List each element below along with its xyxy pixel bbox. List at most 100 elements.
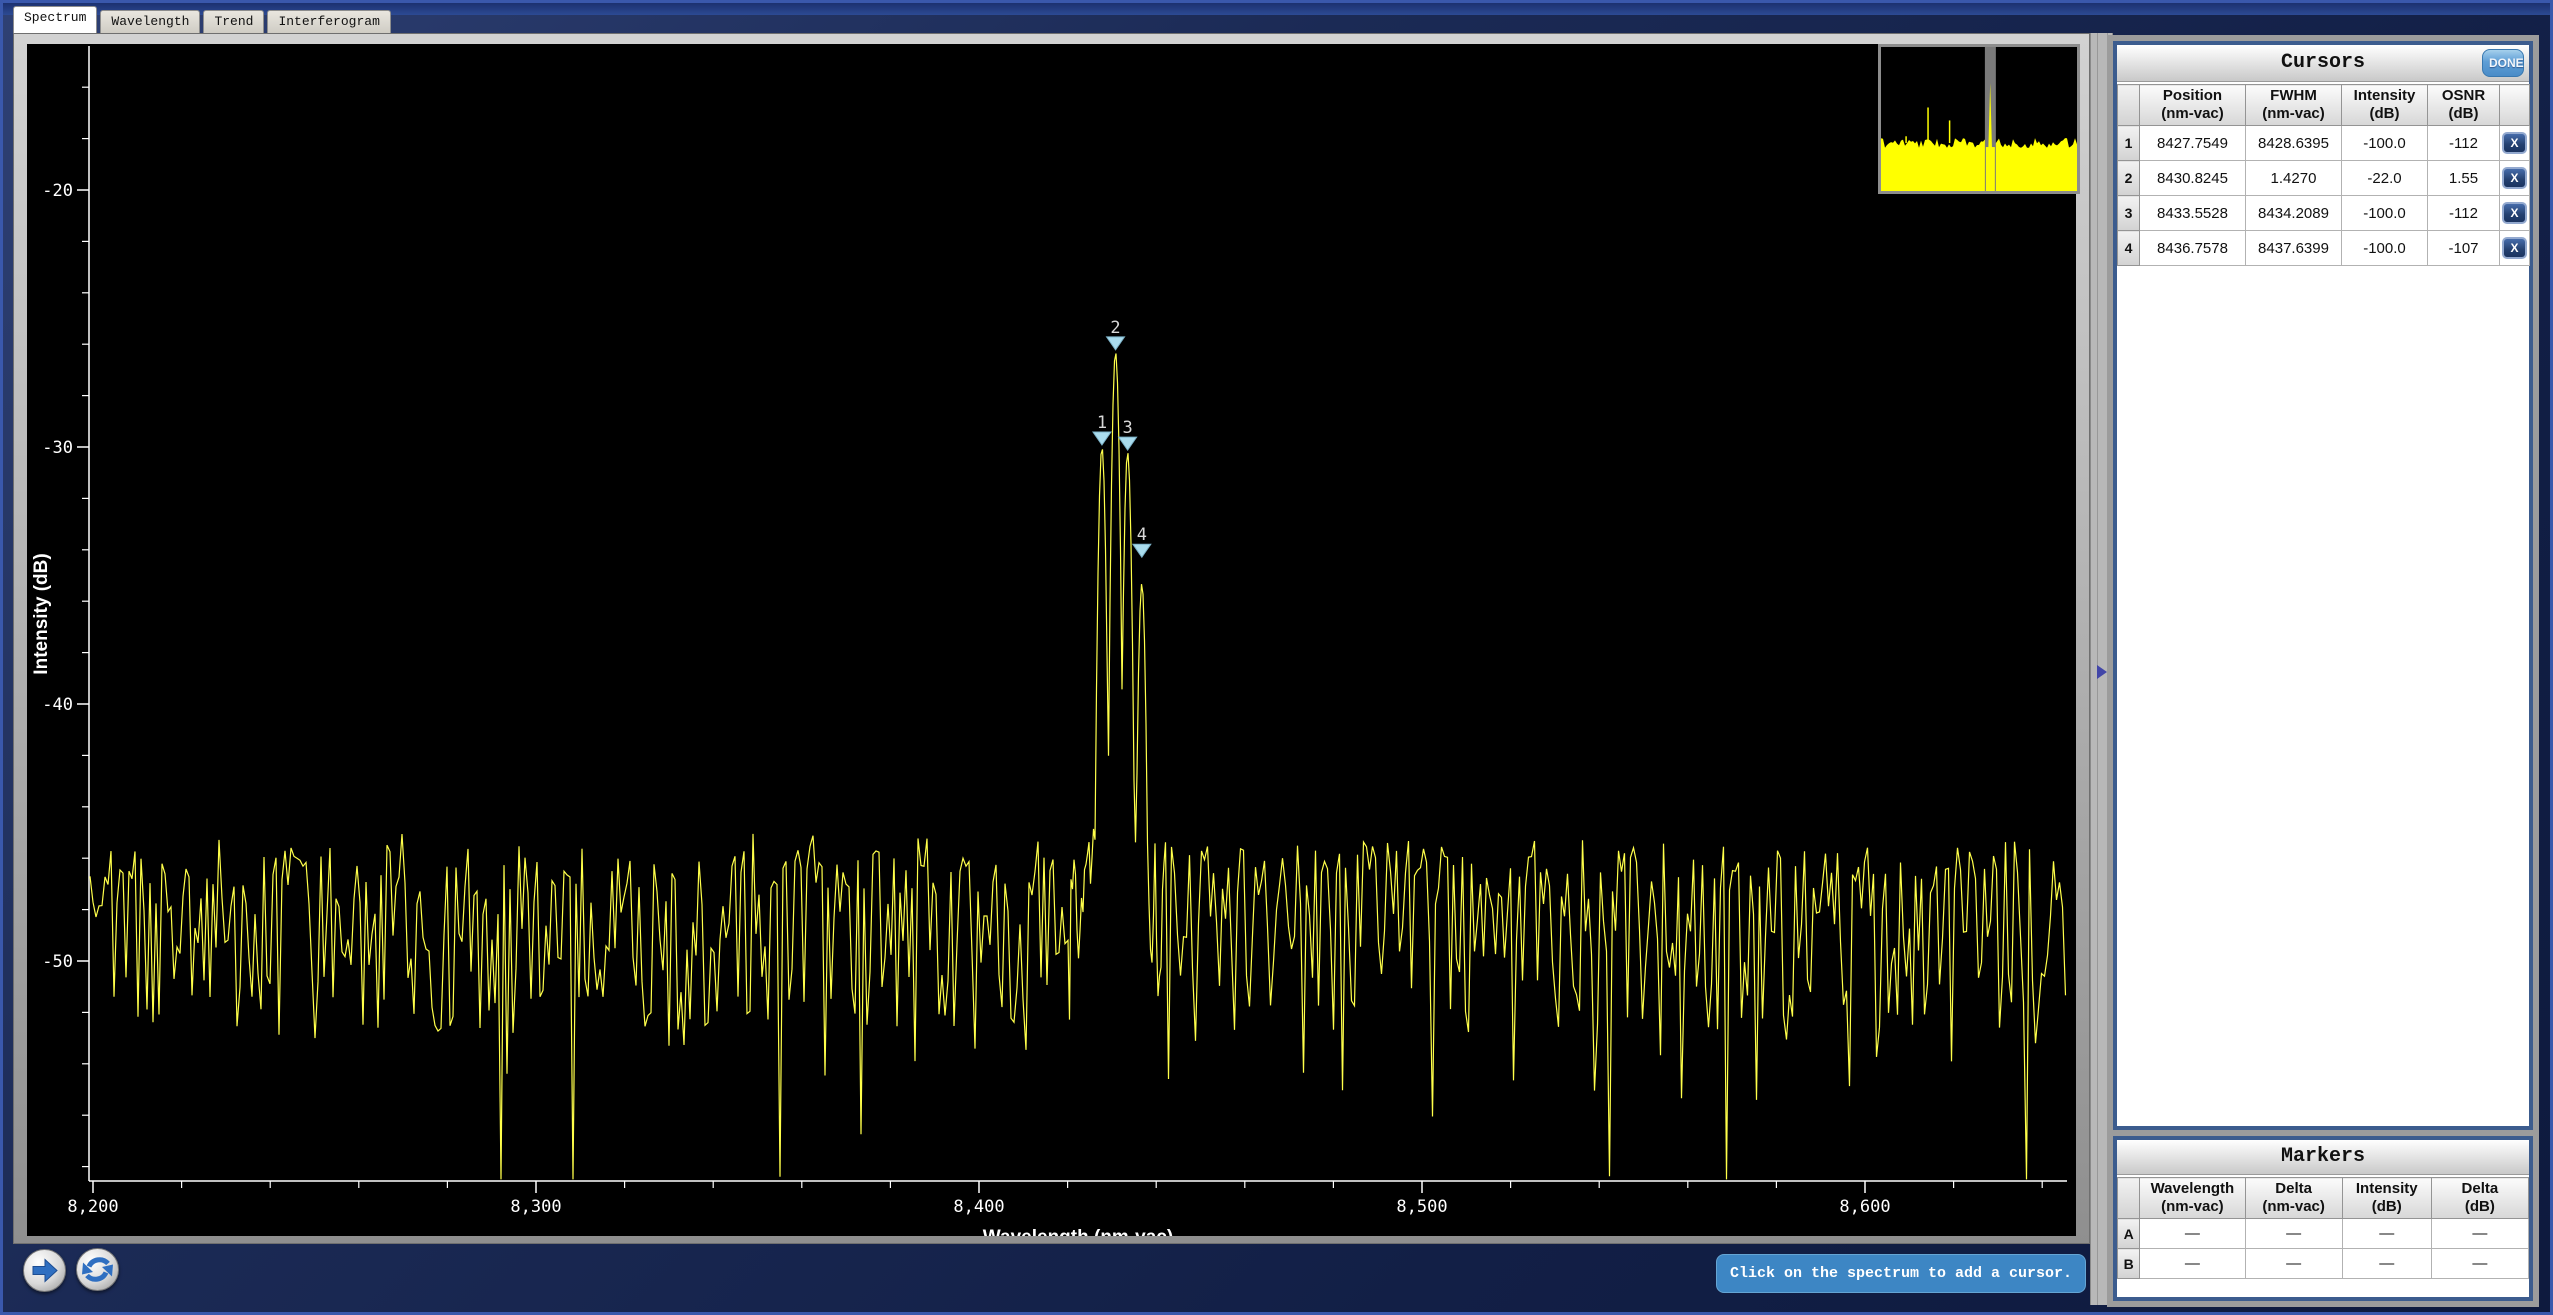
cursor-row: 28430.82451.4270-22.01.55X bbox=[2118, 161, 2530, 196]
delete-cursor-button[interactable]: X bbox=[2502, 167, 2527, 189]
cursor-marker-number: 2 bbox=[1110, 318, 1120, 338]
marker-value: — bbox=[2431, 1249, 2528, 1279]
x-axis-tick-label: 8,500 bbox=[1396, 1197, 1447, 1217]
cursor-intensity: -100.0 bbox=[2342, 231, 2428, 266]
cursor-osnr: -112 bbox=[2428, 126, 2500, 161]
app-window: Spectrum Wavelength Trend Interferogram … bbox=[0, 0, 2553, 1315]
column-header bbox=[2500, 85, 2530, 126]
cursor-row-number: 1 bbox=[2118, 126, 2140, 161]
panel-splitter[interactable] bbox=[2090, 33, 2113, 1305]
column-header: Intensity(dB) bbox=[2342, 1178, 2431, 1219]
cursor-marker-number: 3 bbox=[1123, 418, 1133, 438]
cursor-intensity: -100.0 bbox=[2342, 196, 2428, 231]
cursor-marker-2[interactable]: 2 bbox=[1107, 318, 1125, 350]
corner-cell bbox=[2118, 1178, 2140, 1219]
cursor-delete-cell: X bbox=[2500, 231, 2530, 266]
delete-cursor-button[interactable]: X bbox=[2502, 202, 2527, 224]
spectrum-plot-panel: 8,200 8,300 8,400 8,500 8,600 -20 -30 -40 -50 Wav… bbox=[13, 33, 2090, 1244]
delete-cursor-button[interactable]: X bbox=[2502, 237, 2527, 259]
marker-value: — bbox=[2245, 1249, 2342, 1279]
cursor-fwhm: 8437.6399 bbox=[2246, 231, 2342, 266]
cursors-table: Position(nm-vac)FWHM(nm-vac)Intensity(dB… bbox=[2117, 84, 2530, 266]
markers-title-text: Markers bbox=[2281, 1145, 2365, 1168]
refresh-icon bbox=[77, 1249, 118, 1290]
column-header: OSNR(dB) bbox=[2428, 85, 2500, 126]
overview-minimap[interactable] bbox=[1878, 44, 2080, 194]
column-header: Delta(dB) bbox=[2431, 1178, 2528, 1219]
marker-value: — bbox=[2342, 1219, 2431, 1249]
cursors-panel: Cursors DONE Position(nm-vac)FWHM(nm-vac… bbox=[2113, 41, 2533, 1130]
cursor-marker-number: 1 bbox=[1097, 413, 1107, 433]
cursor-osnr: -107 bbox=[2428, 231, 2500, 266]
marker-value: — bbox=[2140, 1249, 2245, 1279]
tab-wavelength[interactable]: Wavelength bbox=[100, 10, 200, 33]
cursor-marker-4[interactable]: 4 bbox=[1133, 525, 1151, 557]
x-axis-tick-label: 8,300 bbox=[510, 1197, 561, 1217]
done-button[interactable]: DONE bbox=[2482, 49, 2524, 77]
x-axis-tick-label: 8,600 bbox=[1839, 1197, 1890, 1217]
markers-panel-title: Markers bbox=[2117, 1140, 2529, 1175]
cursor-delete-cell: X bbox=[2500, 161, 2530, 196]
cursor-osnr: -112 bbox=[2428, 196, 2500, 231]
marker-row-label: B bbox=[2118, 1249, 2140, 1279]
cursors-panel-title: Cursors DONE bbox=[2117, 45, 2529, 82]
minimap-chart bbox=[1881, 47, 2077, 191]
y-axis-tick-label: -30 bbox=[42, 438, 73, 458]
cursor-row-number: 3 bbox=[2118, 196, 2140, 231]
advance-button[interactable] bbox=[23, 1249, 66, 1292]
refresh-button[interactable] bbox=[76, 1248, 119, 1291]
cursor-row-number: 4 bbox=[2118, 231, 2140, 266]
tab-trend[interactable]: Trend bbox=[203, 10, 264, 33]
status-message: Click on the spectrum to add a cursor. bbox=[1716, 1254, 2086, 1293]
y-axis-tick-label: -40 bbox=[42, 695, 73, 715]
cursor-position: 8427.7549 bbox=[2140, 126, 2246, 161]
cursor-row: 38433.55288434.2089-100.0-112X bbox=[2118, 196, 2530, 231]
marker-row: A———— bbox=[2118, 1219, 2529, 1249]
column-header: Position(nm-vac) bbox=[2140, 85, 2246, 126]
marker-value: — bbox=[2245, 1219, 2342, 1249]
cursor-fwhm: 1.4270 bbox=[2246, 161, 2342, 196]
cursor-position: 8436.7578 bbox=[2140, 231, 2246, 266]
marker-row-label: A bbox=[2118, 1219, 2140, 1249]
tab-spectrum[interactable]: Spectrum bbox=[13, 6, 97, 33]
spectrum-chart[interactable]: 8,200 8,300 8,400 8,500 8,600 -20 -30 -40 -50 Wav… bbox=[27, 44, 2076, 1236]
cursor-position: 8433.5528 bbox=[2140, 196, 2246, 231]
cursor-marker-1[interactable]: 1 bbox=[1093, 413, 1111, 445]
minimap-noise-fill bbox=[1881, 138, 2077, 191]
cursor-fwhm: 8428.6395 bbox=[2246, 126, 2342, 161]
cursor-osnr: 1.55 bbox=[2428, 161, 2500, 196]
cursors-title-text: Cursors bbox=[2281, 51, 2365, 74]
cursor-marker-3[interactable]: 3 bbox=[1119, 418, 1137, 450]
x-axis-title: Wavelength (nm-vac) bbox=[983, 1227, 1173, 1236]
marker-value: — bbox=[2140, 1219, 2245, 1249]
arrow-right-icon bbox=[24, 1250, 65, 1291]
column-header: Delta(nm-vac) bbox=[2245, 1178, 2342, 1219]
cursor-intensity: -22.0 bbox=[2342, 161, 2428, 196]
marker-row: B———— bbox=[2118, 1249, 2529, 1279]
column-header: Intensity(dB) bbox=[2342, 85, 2428, 126]
markers-table: Wavelength(nm-vac)Delta(nm-vac)Intensity… bbox=[2117, 1177, 2529, 1279]
cursor-row: 18427.75498428.6395-100.0-112X bbox=[2118, 126, 2530, 161]
y-axis-title: Intensity (dB) bbox=[31, 553, 52, 674]
cursor-row-number: 2 bbox=[2118, 161, 2140, 196]
tab-interferogram[interactable]: Interferogram bbox=[267, 10, 390, 33]
spectrum-plot-area[interactable]: 8,200 8,300 8,400 8,500 8,600 -20 -30 -40 -50 Wav… bbox=[27, 44, 2076, 1236]
cursor-delete-cell: X bbox=[2500, 126, 2530, 161]
cursor-row: 48436.75788437.6399-100.0-107X bbox=[2118, 231, 2530, 266]
cursor-marker-number: 4 bbox=[1137, 525, 1147, 545]
spectrum-trace bbox=[90, 354, 2066, 1180]
cursor-delete-cell: X bbox=[2500, 196, 2530, 231]
x-axis-tick-label: 8,200 bbox=[67, 1197, 118, 1217]
x-axis-tick-label: 8,400 bbox=[953, 1197, 1004, 1217]
cursor-fwhm: 8434.2089 bbox=[2246, 196, 2342, 231]
column-header: FWHM(nm-vac) bbox=[2246, 85, 2342, 126]
collapse-sidebar-arrow-icon[interactable] bbox=[2097, 665, 2107, 679]
y-axis-tick-label: -50 bbox=[42, 952, 73, 972]
tab-bar: Spectrum Wavelength Trend Interferogram bbox=[13, 9, 394, 33]
column-header: Wavelength(nm-vac) bbox=[2140, 1178, 2245, 1219]
splitter-groove bbox=[2107, 33, 2108, 1305]
delete-cursor-button[interactable]: X bbox=[2502, 132, 2527, 154]
cursor-position: 8430.8245 bbox=[2140, 161, 2246, 196]
y-axis-tick-label: -20 bbox=[42, 181, 73, 201]
corner-cell bbox=[2118, 85, 2140, 126]
